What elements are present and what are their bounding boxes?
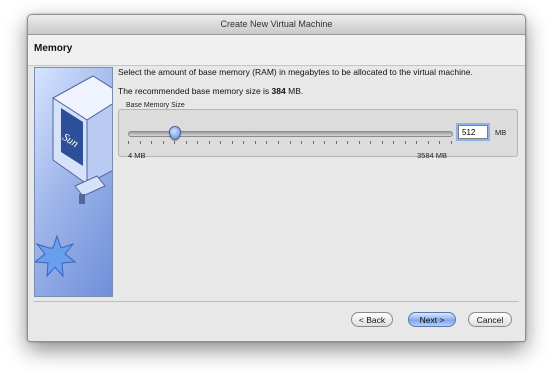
memory-unit-label: MB (495, 128, 507, 137)
window-title: Create New Virtual Machine (28, 15, 525, 35)
base-memory-label: Base Memory Size (126, 102, 185, 109)
slider-tick (451, 141, 452, 144)
slider-tick (151, 141, 153, 144)
slider-tick (220, 141, 222, 144)
slider-tick (139, 141, 141, 144)
slider-tick (162, 141, 164, 144)
slider-tick (301, 141, 303, 144)
slider-tick (335, 141, 337, 144)
memory-max-label: 3584 MB (417, 151, 448, 160)
slider-tick (439, 141, 441, 144)
slider-tick (128, 141, 129, 144)
starburst-icon (35, 234, 77, 278)
back-button[interactable]: < Back (351, 312, 393, 327)
slider-tick (416, 141, 418, 144)
recommended-memory-text: The recommended base memory size is 384 … (118, 86, 304, 96)
slider-tick (208, 141, 210, 144)
virtualbox-cube-icon: Sun (35, 75, 112, 278)
footer-divider (34, 301, 519, 302)
slider-tick (197, 141, 199, 144)
slider-tick (427, 141, 429, 144)
memory-min-label: 4 MB (128, 151, 146, 160)
next-button[interactable]: Next > (408, 312, 456, 327)
slider-tick (358, 141, 360, 144)
slider-tick (370, 141, 372, 144)
slider-tick (266, 141, 268, 144)
slider-tick (231, 141, 233, 144)
wizard-window: Create New Virtual Machine Memory Sun Se… (27, 14, 526, 342)
slider-tick (404, 141, 406, 144)
memory-size-input[interactable] (458, 125, 488, 139)
slider-tick (324, 141, 326, 144)
slider-tick (381, 141, 383, 144)
recommended-memory-value: 384 (271, 86, 286, 96)
slider-tick (185, 141, 187, 144)
slider-tick (347, 141, 349, 144)
slider-tick (254, 141, 256, 144)
cancel-button[interactable]: Cancel (468, 312, 512, 327)
slider-tick (174, 141, 176, 144)
slider-tick (277, 141, 279, 144)
memory-description: Select the amount of base memory (RAM) i… (118, 67, 473, 77)
wizard-side-image: Sun (34, 67, 113, 297)
slider-tick (393, 141, 395, 144)
memory-slider-ticks (128, 141, 453, 144)
page-title: Memory (34, 43, 73, 54)
page-header: Memory (28, 35, 525, 66)
slider-tick (289, 141, 291, 144)
slider-tick (312, 141, 314, 144)
slider-tick (243, 141, 245, 144)
